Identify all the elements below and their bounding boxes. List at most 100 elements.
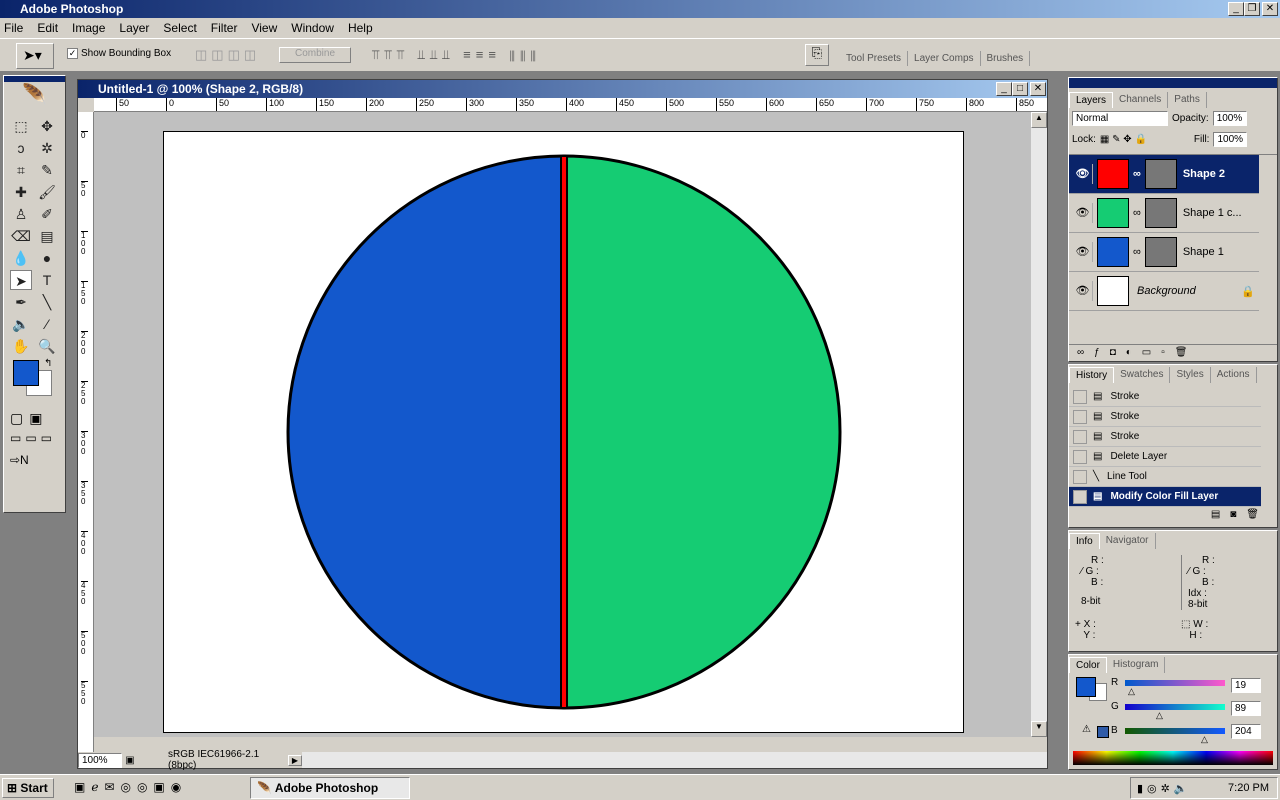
tab-histogram[interactable]: Histogram bbox=[1107, 657, 1166, 673]
opacity-field[interactable]: 100% bbox=[1212, 111, 1247, 126]
b-slider[interactable] bbox=[1125, 728, 1225, 734]
swap-colors-icon[interactable]: ↰ bbox=[44, 358, 52, 369]
tab-styles[interactable]: Styles bbox=[1170, 367, 1211, 383]
lasso-tool-icon[interactable]: ↄ bbox=[10, 138, 32, 158]
tab-channels[interactable]: Channels bbox=[1113, 92, 1169, 108]
r-slider-thumb[interactable]: △ bbox=[1128, 686, 1135, 697]
color-ramp[interactable] bbox=[1073, 751, 1273, 765]
foreground-color-swatch[interactable] bbox=[13, 360, 39, 386]
slice-tool-icon[interactable]: ✎ bbox=[36, 160, 58, 180]
magic-wand-icon[interactable]: ✲ bbox=[36, 138, 58, 158]
gamut-warning-icon[interactable]: ⚠ bbox=[1082, 724, 1091, 735]
g-slider[interactable] bbox=[1125, 704, 1225, 710]
doc-close-button[interactable]: ✕ bbox=[1030, 82, 1046, 96]
layer-row[interactable]: 👁 ∞ Shape 1 c... bbox=[1069, 194, 1259, 233]
menu-help[interactable]: Help bbox=[348, 21, 373, 38]
menu-window[interactable]: Window bbox=[291, 21, 334, 38]
history-action-icons[interactable]: ▤◙🗑 bbox=[1069, 509, 1277, 520]
path-selection-icon[interactable]: ➤ bbox=[10, 270, 32, 290]
history-item[interactable]: ▤ Stroke bbox=[1069, 407, 1261, 427]
canvas-area[interactable] bbox=[94, 112, 1031, 737]
close-button[interactable]: ✕ bbox=[1262, 2, 1278, 16]
combine-button[interactable]: Combine bbox=[279, 47, 351, 63]
menu-view[interactable]: View bbox=[251, 21, 277, 38]
tab-brushes[interactable]: Brushes bbox=[981, 51, 1031, 66]
marquee-tool-icon[interactable]: ⬚ bbox=[10, 116, 32, 136]
layer-row[interactable]: 👁 ∞ Shape 1 bbox=[1069, 233, 1259, 272]
history-item[interactable]: ╲ Line Tool bbox=[1069, 467, 1261, 487]
layer-row[interactable]: 👁 Background 🔒 bbox=[1069, 272, 1259, 311]
r-slider[interactable] bbox=[1125, 680, 1225, 686]
history-item[interactable]: ▤ Stroke bbox=[1069, 427, 1261, 447]
line-tool-icon[interactable]: ╲ bbox=[36, 292, 58, 312]
quick-mask-icons[interactable]: ▢▣ bbox=[4, 410, 65, 427]
blend-mode-select[interactable]: Normal bbox=[1072, 111, 1168, 126]
menu-filter[interactable]: Filter bbox=[211, 21, 238, 38]
g-slider-thumb[interactable]: △ bbox=[1156, 710, 1163, 721]
vertical-scrollbar[interactable]: ▲ ▼ bbox=[1031, 112, 1047, 737]
visibility-eye-icon[interactable]: 👁 bbox=[1073, 281, 1093, 301]
tab-navigator[interactable]: Navigator bbox=[1100, 533, 1156, 549]
menu-edit[interactable]: Edit bbox=[37, 21, 58, 38]
fill-field[interactable]: 100% bbox=[1213, 132, 1248, 147]
eraser-icon[interactable]: ⌫ bbox=[10, 226, 32, 246]
tab-info[interactable]: Info bbox=[1069, 533, 1100, 549]
tab-swatches[interactable]: Swatches bbox=[1114, 367, 1171, 383]
quick-launch-icons[interactable]: ▣ℯ✉◎◎▣◉ bbox=[74, 780, 187, 794]
doc-minimize-button[interactable]: _ bbox=[996, 82, 1012, 96]
history-brush-icon[interactable]: ✐ bbox=[36, 204, 58, 224]
tab-actions[interactable]: Actions bbox=[1211, 367, 1257, 383]
palette-well-icon[interactable]: ⎘ bbox=[805, 44, 829, 66]
tray-icons[interactable]: ▮◎✲🔈 bbox=[1137, 783, 1192, 795]
tab-layers[interactable]: Layers bbox=[1069, 92, 1114, 108]
taskbar-photoshop-button[interactable]: 🪶 Adobe Photoshop bbox=[250, 777, 410, 799]
menu-layer[interactable]: Layer bbox=[119, 21, 149, 38]
minimize-button[interactable]: _ bbox=[1228, 2, 1244, 16]
start-button[interactable]: ⊞ Start bbox=[2, 778, 54, 798]
checkbox-icon[interactable]: ✓ bbox=[67, 48, 78, 59]
color-fg-swatch[interactable] bbox=[1076, 677, 1096, 697]
brush-tool-icon[interactable]: 🖌 bbox=[36, 182, 58, 202]
zoom-field[interactable]: 100% bbox=[78, 752, 122, 768]
visibility-eye-icon[interactable]: 👁 bbox=[1073, 164, 1093, 184]
tab-layer-comps[interactable]: Layer Comps bbox=[908, 51, 981, 66]
jump-to-imageready-icon[interactable]: ⇨N bbox=[4, 449, 65, 471]
tab-paths[interactable]: Paths bbox=[1168, 92, 1207, 108]
menu-image[interactable]: Image bbox=[72, 21, 105, 38]
menu-file[interactable]: File bbox=[4, 21, 23, 38]
align-icons[interactable]: ⫪⫪⫪ ⫫⫫⫫ ≡≡≡ ⫴⫴⫴ bbox=[372, 47, 541, 63]
healing-brush-icon[interactable]: ✚ bbox=[10, 182, 32, 202]
dodge-tool-icon[interactable]: ● bbox=[36, 248, 58, 268]
horizontal-scrollbar[interactable] bbox=[302, 752, 1047, 768]
b-slider-thumb[interactable]: △ bbox=[1201, 734, 1208, 745]
b-value-field[interactable]: 204 bbox=[1231, 724, 1261, 739]
crop-tool-icon[interactable]: ⌗ bbox=[10, 160, 32, 180]
layer-action-icons[interactable]: ∞ƒ◘◐▭▫🗑 bbox=[1069, 344, 1277, 360]
tab-history[interactable]: History bbox=[1069, 367, 1115, 383]
doc-maximize-button[interactable]: □ bbox=[1012, 82, 1028, 96]
move-tool-icon[interactable]: ✥ bbox=[36, 116, 58, 136]
blur-tool-icon[interactable]: 💧 bbox=[10, 248, 32, 268]
gradient-icon[interactable]: ▤ bbox=[36, 226, 58, 246]
tool-preset-picker[interactable]: ➤▾ bbox=[16, 43, 54, 69]
screen-mode-icons[interactable]: ▭▭▭ bbox=[4, 427, 65, 449]
lock-icons[interactable]: ▦ ✎ ✥ 🔒 bbox=[1100, 134, 1170, 145]
layer-row[interactable]: 👁 ∞ Shape 2 bbox=[1069, 155, 1259, 194]
history-item[interactable]: ▤ Stroke bbox=[1069, 387, 1261, 407]
type-tool-icon[interactable]: T bbox=[36, 270, 58, 290]
eyedropper-icon[interactable]: ⁄ bbox=[36, 314, 58, 334]
history-item[interactable]: ▤ Delete Layer bbox=[1069, 447, 1261, 467]
pen-tool-icon[interactable]: ✒ bbox=[10, 292, 32, 312]
show-bounding-box-checkbox[interactable]: ✓ Show Bounding Box bbox=[67, 48, 171, 59]
notes-tool-icon[interactable]: 🔈 bbox=[10, 314, 32, 334]
visibility-eye-icon[interactable]: 👁 bbox=[1073, 203, 1093, 223]
status-menu-arrow[interactable]: ▶ bbox=[288, 754, 302, 766]
tab-tool-presets[interactable]: Tool Presets bbox=[840, 51, 909, 66]
menu-select[interactable]: Select bbox=[163, 21, 196, 38]
gamut-swatch[interactable] bbox=[1097, 726, 1109, 738]
canvas[interactable] bbox=[163, 131, 964, 733]
zoom-tool-icon[interactable]: 🔍 bbox=[36, 336, 58, 356]
restore-button[interactable]: ❐ bbox=[1244, 2, 1260, 16]
clone-stamp-icon[interactable]: ♙ bbox=[10, 204, 32, 224]
visibility-eye-icon[interactable]: 👁 bbox=[1073, 242, 1093, 262]
